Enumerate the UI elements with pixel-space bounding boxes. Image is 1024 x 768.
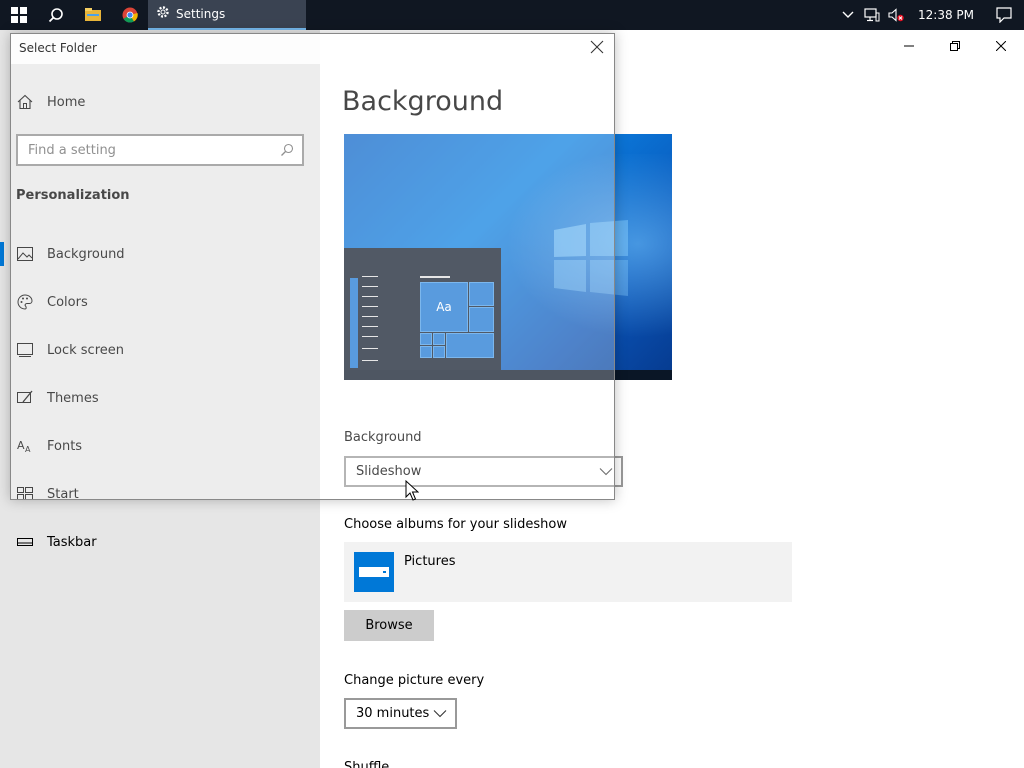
volume-muted-icon[interactable] <box>884 0 908 30</box>
select-folder-dialog[interactable]: Select Folder <box>10 33 615 500</box>
search-icon[interactable] <box>37 0 74 30</box>
gear-icon <box>156 5 170 23</box>
windows-start-icon[interactable] <box>0 0 37 30</box>
window-controls <box>886 30 1024 62</box>
chevron-down-icon <box>433 706 447 721</box>
chrome-icon[interactable] <box>111 0 148 30</box>
close-icon[interactable] <box>590 40 606 56</box>
taskbar-app-label: Settings <box>176 7 226 21</box>
minimize-button[interactable] <box>886 30 932 62</box>
taskbar-icon <box>16 534 34 550</box>
active-item-indicator <box>0 242 4 266</box>
folder-icon <box>354 552 394 592</box>
restore-button[interactable] <box>932 30 978 62</box>
albums-label: Choose albums for your slideshow <box>344 517 567 532</box>
action-center-icon[interactable] <box>984 0 1024 30</box>
browse-button[interactable]: Browse <box>344 610 434 641</box>
taskbar-clock[interactable]: 12:38 PM <box>918 8 974 22</box>
dialog-title: Select Folder <box>19 41 97 55</box>
close-button[interactable] <box>978 30 1024 62</box>
sidebar-item-label: Taskbar <box>47 534 97 550</box>
change-picture-label: Change picture every <box>344 673 485 688</box>
mouse-cursor-icon <box>405 480 419 501</box>
network-icon[interactable] <box>860 0 884 30</box>
change-interval-value: 30 minutes <box>356 706 430 721</box>
chevron-up-icon[interactable] <box>836 0 860 30</box>
sidebar-item-taskbar[interactable]: Taskbar <box>16 534 97 550</box>
taskbar-settings-app[interactable]: Settings <box>148 0 306 30</box>
dialog-titlebar[interactable]: Select Folder <box>11 34 614 64</box>
taskbar: Settings 12:38 PM <box>0 0 1024 30</box>
shuffle-label: Shuffle <box>344 760 390 768</box>
album-pictures[interactable]: Pictures <box>344 542 792 602</box>
change-interval-dropdown[interactable]: 30 minutes <box>344 698 457 729</box>
file-explorer-icon[interactable] <box>74 0 111 30</box>
album-name: Pictures <box>404 554 456 569</box>
